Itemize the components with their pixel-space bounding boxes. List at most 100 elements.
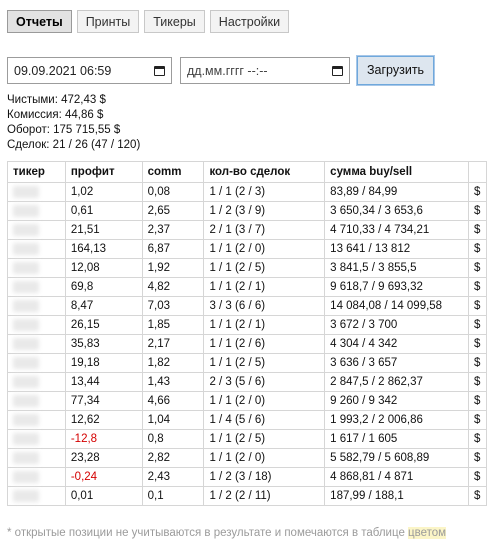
ticker-cell <box>7 258 66 278</box>
tab-reports[interactable]: Отчеты <box>7 10 72 33</box>
redacted-ticker <box>13 432 39 445</box>
footnote: * открытые позиции не учитываются в резу… <box>7 527 447 539</box>
profit-cell: 164,13 <box>64 239 143 259</box>
deals-cell: 2 / 3 (5 / 6) <box>203 372 326 392</box>
profit-cell: 77,34 <box>64 391 143 411</box>
comm-cell: 1,82 <box>141 353 205 373</box>
sum-cell: 3 636 / 3 657 <box>324 353 469 373</box>
header-deals-count: кол-во сделок <box>203 161 326 183</box>
sum-cell: 4 868,81 / 4 871 <box>324 467 469 487</box>
header-ticker: тикер <box>7 161 66 183</box>
profit-cell: 21,51 <box>64 220 143 240</box>
deals-cell: 1 / 1 (2 / 1) <box>203 277 326 297</box>
profit-cell: 19,18 <box>64 353 143 373</box>
profit-cell: 0,01 <box>64 486 143 506</box>
currency-cell: $ <box>467 334 488 354</box>
calendar-icon[interactable] <box>154 65 165 76</box>
currency-cell: $ <box>467 201 488 221</box>
table-header-row: тикер профит comm кол-во сделок сумма bu… <box>7 161 488 183</box>
table-row: 26,15 1,85 1 / 1 (2 / 1) 3 672 / 3 700 $ <box>7 315 488 335</box>
table-row: 23,28 2,82 1 / 1 (2 / 0) 5 582,79 / 5 608,8… <box>7 448 488 468</box>
redacted-ticker <box>13 185 39 198</box>
redacted-ticker <box>13 223 39 236</box>
load-button[interactable]: Загрузить <box>355 55 436 86</box>
profit-cell: 1,02 <box>64 182 143 202</box>
currency-cell: $ <box>467 277 488 297</box>
redacted-ticker <box>13 470 39 483</box>
redacted-ticker <box>13 413 39 426</box>
table-row: 8,47 7,03 3 / 3 (6 / 6) 14 084,08 / 14 099,… <box>7 296 488 316</box>
ticker-cell <box>7 429 66 449</box>
deals-cell: 3 / 3 (6 / 6) <box>203 296 326 316</box>
currency-cell: $ <box>467 372 488 392</box>
table-row: 1,02 0,08 1 / 1 (2 / 3) 83,89 / 84,99 $ <box>7 182 488 202</box>
comm-cell: 2,17 <box>141 334 205 354</box>
table-row: -0,24 2,43 1 / 2 (3 / 18) 4 868,81 / 4 871 $ <box>7 467 488 487</box>
comm-cell: 2,65 <box>141 201 205 221</box>
ticker-cell <box>7 372 66 392</box>
table-row: 12,08 1,92 1 / 1 (2 / 5) 3 841,5 / 3 855,5 $ <box>7 258 488 278</box>
deals-cell: 1 / 1 (2 / 5) <box>203 353 326 373</box>
footnote-highlight: цветом <box>408 527 447 539</box>
redacted-ticker <box>13 299 39 312</box>
ticker-cell <box>7 486 66 506</box>
ticker-cell <box>7 353 66 373</box>
calendar-icon[interactable] <box>332 65 343 76</box>
table-row: 0,61 2,65 1 / 2 (3 / 9) 3 650,34 / 3 653,6 $ <box>7 201 488 221</box>
sum-cell: 13 641 / 13 812 <box>324 239 469 259</box>
profit-cell: 69,8 <box>64 277 143 297</box>
profit-cell: 12,62 <box>64 410 143 430</box>
sum-cell: 1 617 / 1 605 <box>324 429 469 449</box>
sum-cell: 1 993,2 / 2 006,86 <box>324 410 469 430</box>
ticker-cell <box>7 391 66 411</box>
currency-cell: $ <box>467 448 488 468</box>
redacted-ticker <box>13 337 39 350</box>
tab-prints[interactable]: Принты <box>76 10 140 33</box>
currency-cell: $ <box>467 410 488 430</box>
table-row: 77,34 4,66 1 / 1 (2 / 0) 9 260 / 9 342 $ <box>7 391 488 411</box>
profit-cell: -0,24 <box>64 467 143 487</box>
profit-cell: 35,83 <box>64 334 143 354</box>
redacted-ticker <box>13 318 39 331</box>
ticker-cell <box>7 315 66 335</box>
profit-cell: -12,8 <box>64 429 143 449</box>
redacted-ticker <box>13 375 39 388</box>
deals-cell: 1 / 2 (3 / 18) <box>203 467 326 487</box>
footnote-text: * открытые позиции не учитываются в резу… <box>7 527 409 539</box>
date-to-input[interactable]: дд.мм.гггг --:-- <box>180 57 350 84</box>
date-from-value: 09.09.2021 06:59 <box>14 63 112 78</box>
comm-cell: 2,37 <box>141 220 205 240</box>
table-row: 0,01 0,1 1 / 2 (2 / 11) 187,99 / 188,1 $ <box>7 486 488 506</box>
date-from-input[interactable]: 09.09.2021 06:59 <box>7 57 172 84</box>
currency-cell: $ <box>467 353 488 373</box>
ticker-cell <box>7 277 66 297</box>
comm-cell: 7,03 <box>141 296 205 316</box>
comm-cell: 0,1 <box>141 486 205 506</box>
deals-cell: 1 / 1 (2 / 1) <box>203 315 326 335</box>
sum-cell: 3 841,5 / 3 855,5 <box>324 258 469 278</box>
tab-settings[interactable]: Настройки <box>209 10 290 33</box>
ticker-cell <box>7 201 66 221</box>
profit-cell: 13,44 <box>64 372 143 392</box>
sum-cell: 4 304 / 4 342 <box>324 334 469 354</box>
comm-cell: 1,04 <box>141 410 205 430</box>
comm-cell: 0,08 <box>141 182 205 202</box>
sum-cell: 3 650,34 / 3 653,6 <box>324 201 469 221</box>
table-row: -12,8 0,8 1 / 1 (2 / 5) 1 617 / 1 605 $ <box>7 429 488 449</box>
currency-cell: $ <box>467 239 488 259</box>
tab-tickers[interactable]: Тикеры <box>144 10 205 33</box>
sum-cell: 83,89 / 84,99 <box>324 182 469 202</box>
comm-cell: 4,66 <box>141 391 205 411</box>
deals-cell: 1 / 1 (2 / 5) <box>203 429 326 449</box>
currency-cell: $ <box>467 220 488 240</box>
header-comm: comm <box>141 161 205 183</box>
deals-cell: 1 / 1 (2 / 0) <box>203 239 326 259</box>
ticker-cell <box>7 182 66 202</box>
ticker-cell <box>7 296 66 316</box>
deals-cell: 1 / 4 (5 / 6) <box>203 410 326 430</box>
header-profit: профит <box>64 161 143 183</box>
currency-cell: $ <box>467 467 488 487</box>
stat-net: Чистыми: 472,43 $ <box>7 94 106 106</box>
profit-cell: 0,61 <box>64 201 143 221</box>
redacted-ticker <box>13 451 39 464</box>
